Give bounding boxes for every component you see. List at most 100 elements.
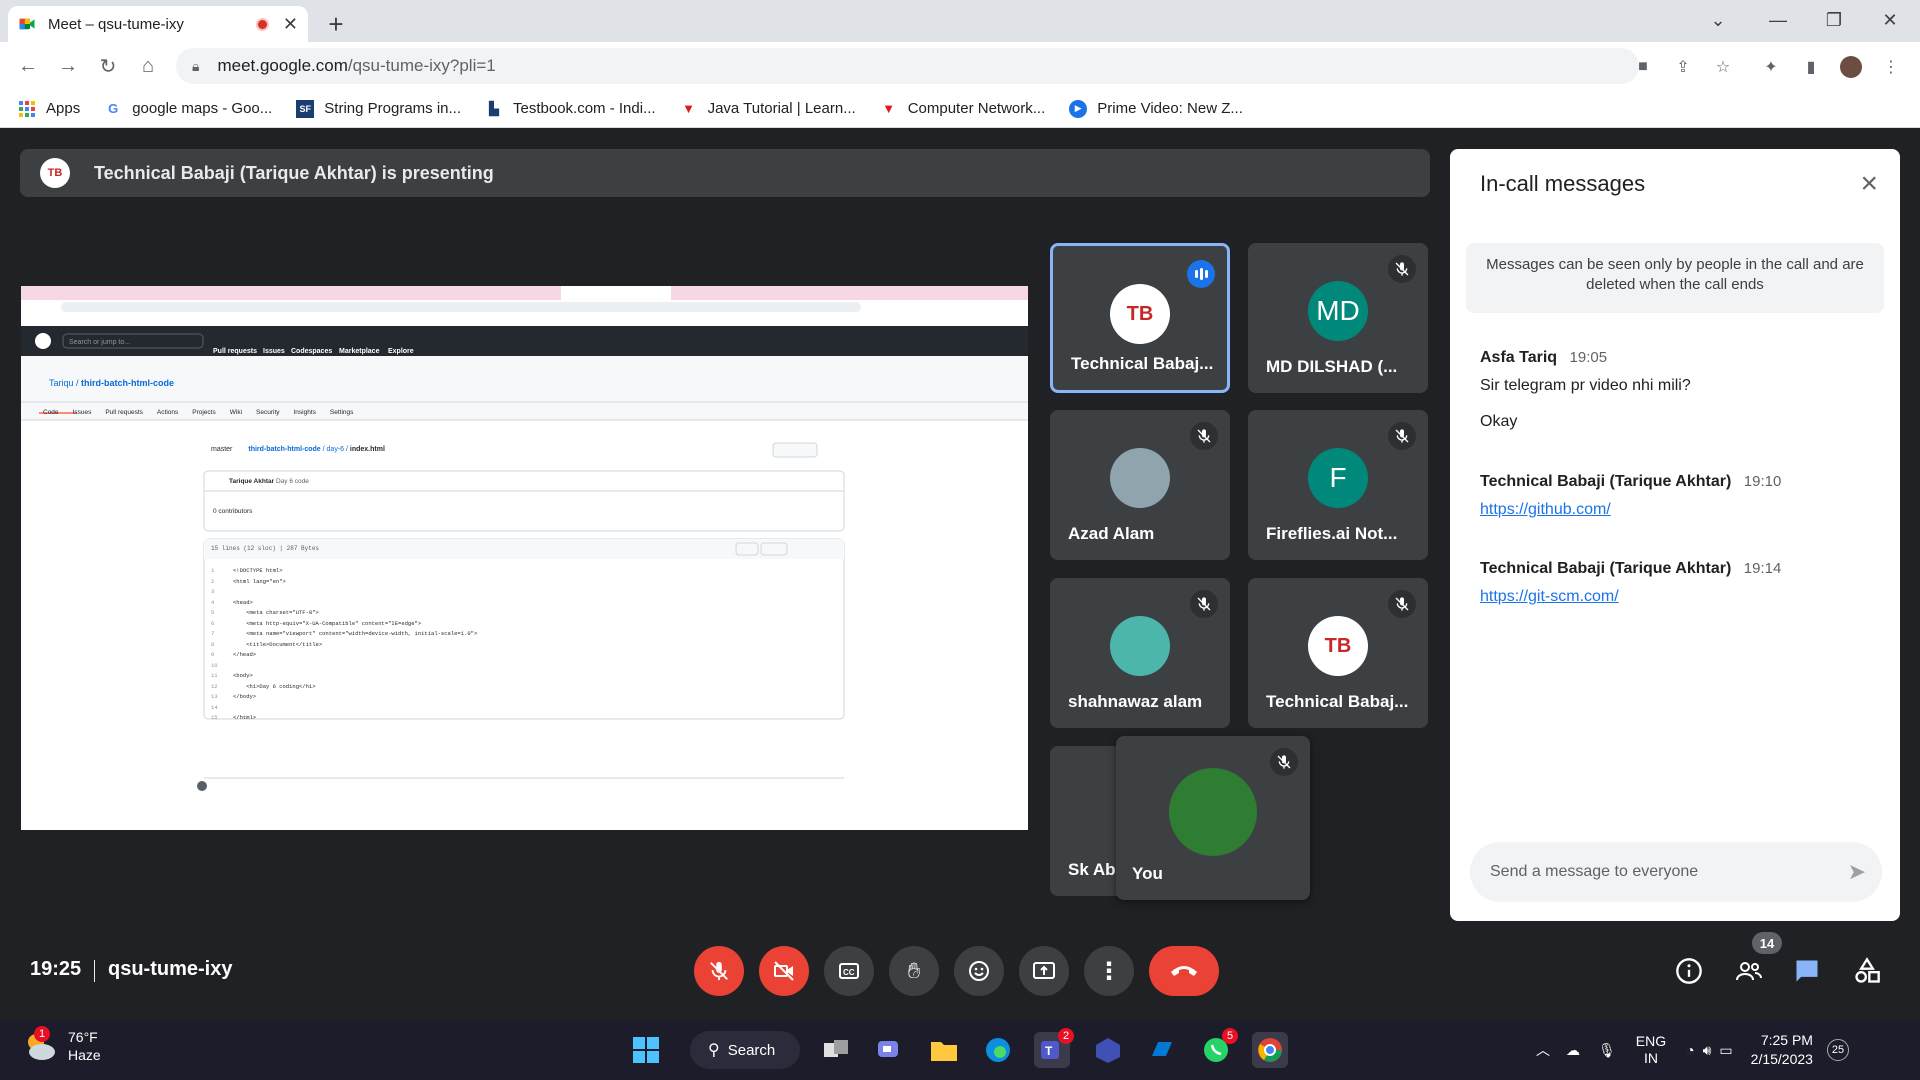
mic-toggle-button[interactable] bbox=[694, 946, 744, 996]
close-chat-icon[interactable]: × bbox=[1860, 167, 1878, 201]
extensions-icon[interactable]: ✦ bbox=[1760, 56, 1782, 78]
message-link[interactable]: https://github.com/ bbox=[1480, 501, 1781, 519]
participant-tile[interactable]: TB Technical Babaj... bbox=[1248, 578, 1428, 728]
lock-icon[interactable]: 🔒︎ bbox=[192, 58, 199, 75]
camera-in-use-icon[interactable]: ■ bbox=[1632, 56, 1654, 78]
chat-title: In-call messages bbox=[1480, 171, 1646, 196]
chrome-icon[interactable] bbox=[1252, 1032, 1288, 1068]
forward-icon[interactable]: → bbox=[54, 52, 82, 80]
back-icon[interactable]: ← bbox=[14, 52, 42, 80]
share-icon[interactable]: ⇪ bbox=[1672, 56, 1694, 78]
restore-button[interactable]: ❐ bbox=[1806, 0, 1862, 40]
repo-tab-settings: Settings bbox=[329, 409, 354, 416]
close-window-button[interactable]: ✕ bbox=[1862, 0, 1918, 40]
bookmark-apps[interactable]: Apps bbox=[18, 100, 80, 118]
notification-count-badge[interactable]: 25 bbox=[1826, 1039, 1849, 1061]
taskbar-search[interactable]: ⚲ Search bbox=[690, 1031, 800, 1069]
bookmark-star-icon[interactable]: ☆ bbox=[1712, 56, 1734, 78]
emoji-icon bbox=[969, 961, 989, 981]
bookmark-testbook[interactable]: ▙ Testbook.com - Indi... bbox=[485, 100, 656, 118]
bookmark-label: google maps - Goo... bbox=[132, 100, 273, 117]
weather-widget[interactable]: 1 76°F Haze bbox=[22, 1026, 101, 1064]
reactions-button[interactable] bbox=[954, 946, 1004, 996]
reload-icon[interactable]: ↻ bbox=[94, 52, 122, 80]
participant-tile[interactable]: Azad Alam bbox=[1050, 410, 1230, 560]
teams-icon[interactable]: T 2 bbox=[1034, 1028, 1074, 1068]
profile-avatar[interactable] bbox=[1840, 56, 1862, 78]
side-panel-icon[interactable]: ▮ bbox=[1800, 56, 1822, 78]
google-icon: G bbox=[108, 101, 119, 116]
repo-tab-insights: Insights bbox=[293, 409, 316, 416]
remote-desktop-icon[interactable] bbox=[1144, 1032, 1180, 1068]
raise-hand-button[interactable]: ✋︎ bbox=[889, 946, 939, 996]
chat-input-container: ➤ bbox=[1470, 842, 1882, 902]
new-tab-button[interactable]: + bbox=[318, 6, 354, 42]
show-hidden-icons[interactable]: ︿ bbox=[1536, 1040, 1550, 1060]
line-text: <meta http-equiv="X-UA-Compatible" conte… bbox=[233, 619, 422, 627]
bookmark-google-maps[interactable]: G google maps - Goo... bbox=[104, 100, 272, 118]
meeting-details-button[interactable] bbox=[1672, 954, 1706, 988]
clock[interactable]: 7:25 PM 2/15/2023 bbox=[1751, 1031, 1813, 1069]
weather-temp: 76°F bbox=[68, 1029, 98, 1045]
windows-start-icon[interactable] bbox=[628, 1032, 664, 1068]
browser-tab-meet[interactable]: Meet – qsu-tume-ixy ✕ bbox=[8, 6, 308, 42]
teams-chat-icon[interactable] bbox=[872, 1032, 908, 1068]
windows-taskbar: 1 76°F Haze ⚲ Search T 2 5 ︿ ☁︎ 🎙︎ ENG I… bbox=[0, 1020, 1920, 1080]
bookmark-prime-video[interactable]: ▶ Prime Video: New Z... bbox=[1069, 99, 1243, 118]
activities-button[interactable] bbox=[1850, 954, 1884, 988]
whatsapp-icon[interactable]: 5 bbox=[1198, 1028, 1238, 1068]
bookmark-computer-network[interactable]: ▼ Computer Network... bbox=[880, 100, 1045, 118]
more-options-button[interactable]: ⋮ bbox=[1084, 946, 1134, 996]
commit-message: Day 6 code bbox=[275, 478, 309, 485]
mic-off-icon bbox=[1270, 748, 1298, 776]
participant-tile[interactable]: TB Technical Babaj... bbox=[1050, 243, 1230, 393]
sf-icon: SF bbox=[296, 99, 315, 118]
chat-icon bbox=[1796, 960, 1818, 982]
participant-tile[interactable]: shahnawaz alam bbox=[1050, 578, 1230, 728]
weather-cloud-icon: 1 bbox=[22, 1026, 58, 1064]
microphone-icon[interactable]: 🎙︎ bbox=[1598, 1042, 1616, 1059]
app-icon[interactable] bbox=[1090, 1032, 1126, 1068]
language-indicator[interactable]: ENG IN bbox=[1636, 1033, 1666, 1067]
svg-text:T: T bbox=[1045, 1044, 1053, 1058]
chat-button[interactable] bbox=[1790, 954, 1824, 988]
onedrive-icon[interactable]: ☁︎ bbox=[1566, 1042, 1580, 1059]
repo-tab-wiki: Wiki bbox=[229, 409, 243, 416]
mic-off-icon bbox=[1388, 590, 1416, 618]
line-number: 10 bbox=[211, 661, 218, 669]
more-menu-icon[interactable]: ⋮ bbox=[1880, 56, 1902, 78]
participant-name: MD DILSHAD (... bbox=[1266, 357, 1398, 376]
people-button[interactable] bbox=[1732, 954, 1766, 988]
volume-icon[interactable]: 🔊︎ bbox=[1703, 1042, 1712, 1059]
minimize-button[interactable]: — bbox=[1750, 0, 1806, 40]
bookmark-string-programs[interactable]: SF String Programs in... bbox=[296, 99, 461, 118]
participant-tile[interactable]: MD MD DILSHAD (... bbox=[1248, 243, 1428, 393]
captions-button[interactable]: CC bbox=[824, 946, 874, 996]
self-view-tile[interactable]: You bbox=[1116, 736, 1310, 900]
task-view-icon[interactable] bbox=[818, 1032, 854, 1068]
camera-toggle-button[interactable] bbox=[759, 946, 809, 996]
bookmark-java-tutorial[interactable]: ▼ Java Tutorial | Learn... bbox=[680, 100, 856, 118]
tab-search-icon[interactable]: ⌄ bbox=[1690, 0, 1746, 40]
chat-message: Technical Babaji (Tarique Akhtar) 19:14 … bbox=[1480, 560, 1781, 606]
repo-tabs: Code Issues Pull requests Actions Projec… bbox=[43, 409, 353, 416]
chat-message-input[interactable] bbox=[1490, 863, 1848, 881]
present-now-button[interactable] bbox=[1019, 946, 1069, 996]
wifi-icon[interactable]: ◔ bbox=[1686, 1042, 1694, 1058]
leave-call-button[interactable] bbox=[1149, 946, 1219, 996]
message-time: 19:14 bbox=[1743, 560, 1782, 577]
branch-name: master bbox=[211, 446, 233, 453]
github-nav-explore: Explore bbox=[388, 348, 414, 355]
home-icon[interactable]: ⌂ bbox=[134, 52, 162, 80]
send-icon[interactable]: ➤ bbox=[1848, 859, 1866, 885]
message-link[interactable]: https://git-scm.com/ bbox=[1480, 588, 1781, 606]
line-text: <html lang="en"> bbox=[233, 577, 286, 585]
edge-icon[interactable] bbox=[980, 1032, 1016, 1068]
file-explorer-icon[interactable] bbox=[926, 1032, 962, 1068]
address-bar[interactable]: 🔒︎ meet.google.com /qsu-tume-ixy?pli=1 bbox=[176, 48, 1639, 84]
participant-tile[interactable]: F Fireflies.ai Not... bbox=[1248, 410, 1428, 560]
apps-grid-icon bbox=[18, 100, 36, 118]
svg-text:Search or jump to...: Search or jump to... bbox=[69, 339, 130, 346]
battery-icon[interactable]: ▭ bbox=[1719, 1042, 1732, 1059]
close-tab-icon[interactable]: ✕ bbox=[283, 14, 298, 35]
